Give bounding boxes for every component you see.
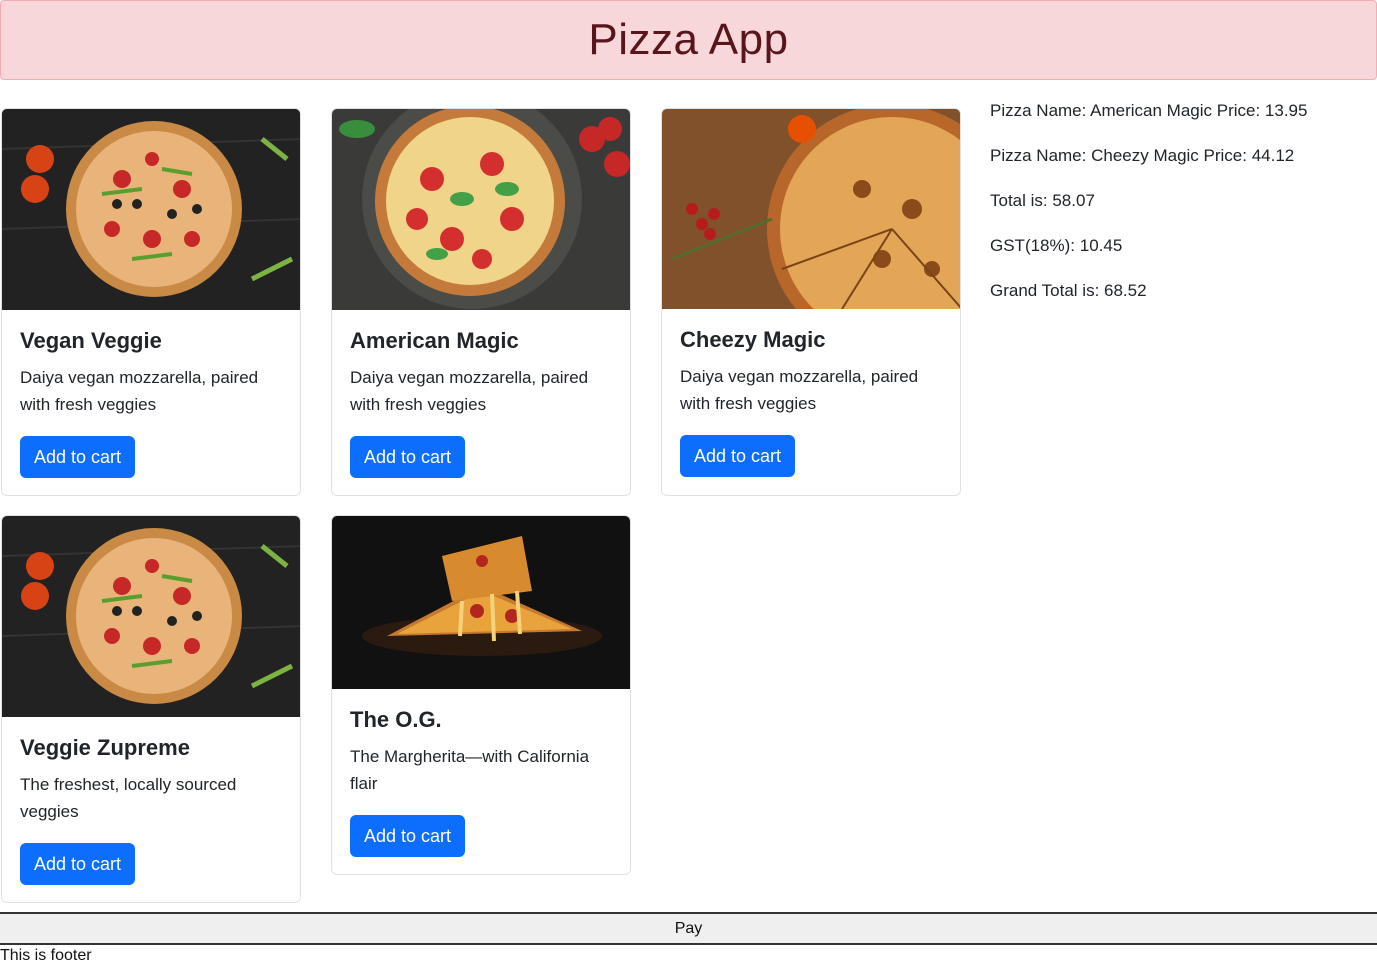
add-to-cart-button[interactable]: Add to cart [20,843,136,885]
pizza-name: American Magic [350,328,519,353]
pay-button[interactable]: Pay [0,912,1377,945]
pizza-card-cheezy-magic: Cheezy Magic Daiya vegan mozzarella, pai… [661,108,961,496]
add-to-cart-button[interactable]: Add to cart [680,435,796,477]
pizza-description: Daiya vegan mozzarella, paired with fres… [350,368,589,414]
page-title: Pizza App [588,15,789,64]
pizza-image [662,109,960,309]
pizza-card-american-magic: American Magic Daiya vegan mozzarella, p… [331,108,631,496]
pizza-description: Daiya vegan mozzarella, paired with fres… [680,367,919,413]
cart-summary: Pizza Name: American Magic Price: 13.95 … [990,100,1370,325]
add-to-cart-button[interactable]: Add to cart [20,436,136,478]
pizza-name: Vegan Veggie [20,328,162,353]
add-to-cart-button[interactable]: Add to cart [350,436,466,478]
pizza-image [332,516,630,689]
cart-total: Total is: 58.07 [990,191,1095,210]
cart-item: Pizza Name: American Magic Price: 13.95 [990,101,1308,120]
footer-text: This is footer [0,947,92,964]
pizza-card-the-og: The O.G. The Margherita—with California … [331,515,631,875]
pizza-description: Daiya vegan mozzarella, paired with fres… [20,368,259,414]
pizza-description: The Margherita—with California flair [350,747,590,793]
pizza-card-vegan-veggie: Vegan Veggie Daiya vegan mozzarella, pai… [1,108,301,496]
pizza-description: The freshest, locally sourced veggies [20,775,237,821]
pizza-image [332,109,630,310]
add-to-cart-button[interactable]: Add to cart [350,815,466,857]
pizza-image [2,516,300,717]
app-header: Pizza App [0,0,1377,80]
cart-item: Pizza Name: Cheezy Magic Price: 44.12 [990,146,1295,165]
cart-grand-total: Grand Total is: 68.52 [990,281,1147,300]
cart-gst: GST(18%): 10.45 [990,236,1123,255]
pizza-name: Cheezy Magic [680,327,826,352]
pizza-image [2,109,300,310]
pizza-name: The O.G. [350,707,442,732]
pizza-name: Veggie Zupreme [20,735,190,760]
pizza-card-veggie-zupreme: Veggie Zupreme The freshest, locally sou… [1,515,301,903]
